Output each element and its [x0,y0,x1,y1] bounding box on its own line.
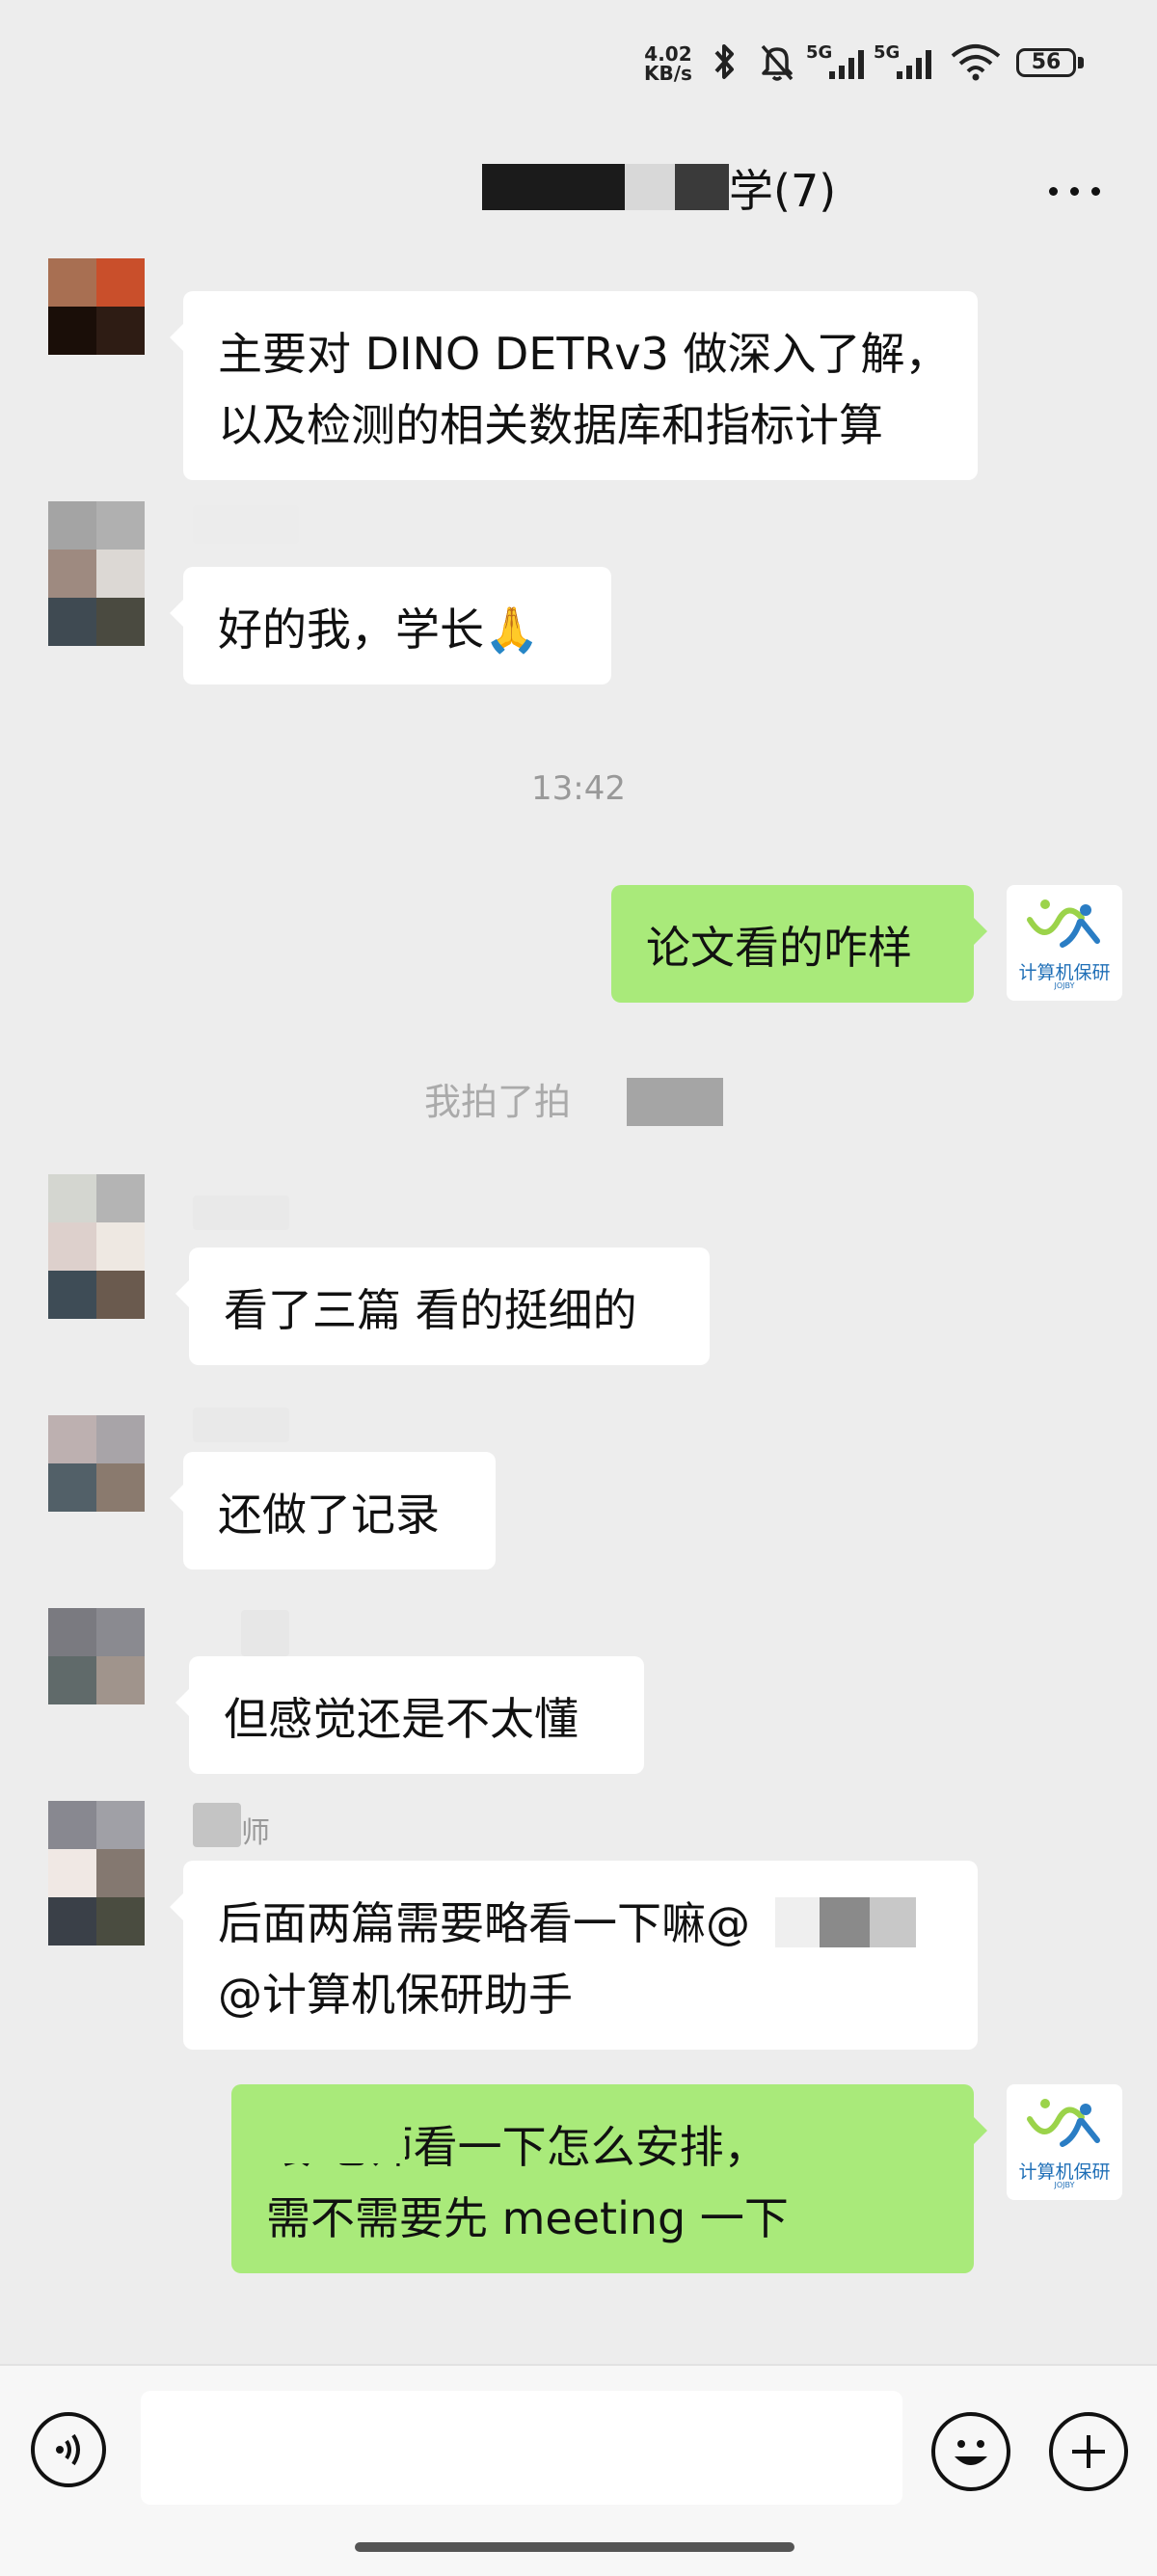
avatar[interactable] [48,1801,145,1945]
message-line: 还做了记录 [218,1489,440,1541]
input-bar [0,2364,1157,2576]
voice-icon[interactable] [31,2412,106,2487]
status-bar: 4.02 KB/s 5G 5G 56 [0,0,1157,125]
sender-name-redacted [241,1610,289,1656]
bot-logo-icon [1027,899,1100,948]
system-message-redaction [627,1078,723,1126]
chat-title: 学(7) [729,165,837,217]
mute-bell-icon [761,44,794,81]
message-bubble[interactable]: 主要对 DINO DETRv3 做深入了解， 以及检测的相关数据库和指标计算 [170,291,978,480]
message-line: 但感觉还是不太懂 [224,1693,578,1745]
mention-redaction [775,1897,820,1947]
message-bubble[interactable]: 好的我，学长🙏 [170,567,611,684]
avatar[interactable] [48,1608,145,1704]
bot-avatar[interactable]: 计算机保研 JOJBY [1007,2084,1122,2200]
message-bubble[interactable]: 看了三篇 看的挺细的 [175,1248,710,1365]
signal-icon [829,50,864,79]
message-input[interactable] [141,2391,902,2505]
sender-name-redacted [193,1195,289,1230]
system-message: 我拍了拍 [424,1081,572,1123]
wifi-icon [951,44,1001,81]
title-redaction [482,164,625,210]
message-line: 需不需要先 meeting 一下 [266,2192,789,2244]
avatar[interactable] [48,258,145,355]
plus-icon[interactable] [1049,2412,1128,2491]
avatar[interactable] [48,501,145,646]
message-bubble[interactable]: 后面两篇需要略看一下嘛@ @计算机保研助手 [170,1861,978,2050]
bluetooth-icon [714,44,734,79]
home-indicator[interactable] [355,2542,794,2552]
title-redaction [675,164,729,210]
bot-label: 计算机保研 [1018,2161,1111,2183]
message-line: @计算机保研助手 [218,1969,573,2021]
signal-icon [897,50,931,79]
bot-sublabel: JOJBY [1054,2181,1075,2189]
more-dots-icon[interactable] [1041,172,1109,210]
sender-name: 师 [241,1816,270,1850]
bot-avatar[interactable]: 计算机保研 JOJBY [1007,885,1122,1001]
bot-logo-icon [1027,2099,1100,2147]
network-speed: 4.02 KB/s [644,42,692,85]
message-bubble[interactable]: 还做了记录 [170,1452,496,1570]
avatar[interactable] [48,1415,145,1512]
message-line: 主要对 DINO DETRv3 做深入了解， [218,328,950,380]
sender-name-redacted [193,1408,289,1442]
avatar[interactable] [48,1174,145,1319]
mention-redaction [870,1897,916,1947]
bot-label: 计算机保研 [1018,962,1111,983]
mention-redaction [820,1897,870,1947]
message-line: 看了三篇 看的挺细的 [224,1284,637,1336]
mention-redaction [241,2090,405,2163]
timestamp: 13:42 [531,769,626,808]
chat-header: 学(7) [0,135,1157,251]
message-line: 论文看的咋样 [646,922,912,974]
message-bubble[interactable]: 论文看的咋样 [611,885,987,1003]
emoji-icon[interactable] [931,2412,1010,2491]
sender-name-redacted [193,505,299,544]
message-line: 好的我，学长🙏 [218,604,540,656]
bot-sublabel: JOJBY [1054,981,1075,990]
title-redaction [625,164,675,210]
sender-name-redacted [193,1803,241,1847]
message-line: 以及检测的相关数据库和指标计算 [218,399,883,451]
battery-cap [1078,57,1084,68]
battery-icon: 56 [1016,48,1076,77]
message-bubble[interactable]: 但感觉还是不太懂 [175,1656,644,1774]
